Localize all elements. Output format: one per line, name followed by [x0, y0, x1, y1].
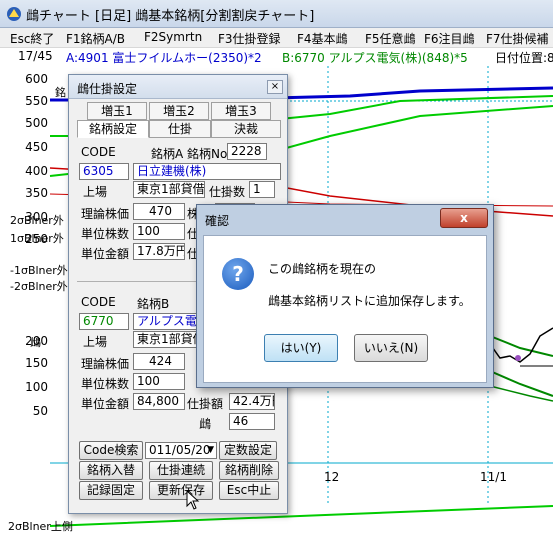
tab-stock-settings[interactable]: 銘柄設定 [77, 120, 149, 138]
stock-a-name-field[interactable]: 日立建機(株) [133, 163, 281, 180]
menu-f2-symrtn[interactable]: F2Symrtn [144, 30, 202, 44]
confirm-body: ? この䳄銘柄を現在の 䳄基本銘柄リストに追加保存します。 はい(Y) いいえ(… [203, 235, 487, 383]
no-button[interactable]: いいえ(N) [354, 334, 428, 362]
code-b-label: CODE [81, 295, 116, 309]
menu-esc-quit[interactable]: Esc終了 [10, 30, 54, 47]
y-label: 500 [25, 116, 48, 130]
y-label: 400 [25, 164, 48, 178]
y-label: 350 [25, 186, 48, 200]
window-title: 䳄チャート [日足] 䳄基本銘柄[分割割戻チャート] [26, 9, 315, 24]
theory-price-a-label: 理論株価 [81, 207, 130, 221]
side-label-ratio: 䳄 [30, 336, 41, 349]
record-fix-button[interactable]: 記録固定 [79, 481, 143, 500]
y-label: 600 [25, 72, 48, 86]
confirm-title-bar: 確認 x [197, 205, 493, 235]
stock-a-info: A:4901 富士フイルムホー(2350)*2 [66, 51, 262, 65]
y-label: 100 [25, 380, 48, 394]
market-b-field[interactable]: 東京1部貸借 [133, 331, 205, 348]
unit-shares-a-field[interactable]: 100 [133, 223, 185, 240]
side-label: 銘 [55, 86, 66, 99]
mouse-pointer-icon [186, 490, 200, 510]
question-icon: ? [222, 258, 254, 290]
unit-amount-a-label: 単位金額 [81, 247, 130, 261]
unit-shares-a-label: 単位株数 [81, 227, 130, 241]
delete-stock-button[interactable]: 銘柄削除 [219, 461, 279, 480]
dialog-title-bar: 䳄仕掛設定 × [69, 75, 287, 99]
stock-no-label: 銘柄No [187, 147, 228, 161]
close-icon[interactable]: x [440, 208, 488, 228]
date-position: 日付位置:8 [495, 51, 553, 65]
tab-add-2[interactable]: 増玉2 [149, 102, 209, 120]
side-label-2sigma: 2σBlner外 [10, 214, 64, 227]
theory-price-b-label: 理論株価 [81, 357, 130, 371]
stock-b-label: 銘柄B [137, 297, 170, 311]
update-save-button[interactable]: 更新保存 [149, 481, 213, 500]
unit-amount-b-label: 単位金額 [81, 397, 130, 411]
dialog-title: 䳄仕掛設定 [77, 82, 138, 96]
title-bar: 䳄チャート [日足] 䳄基本銘柄[分割割戻チャート] [0, 0, 553, 28]
unit-amount-a-field[interactable]: 17.8万円 [133, 243, 185, 260]
close-icon[interactable]: × [267, 80, 283, 94]
y-label: 50 [32, 404, 48, 418]
market-b-label: 上場 [83, 335, 108, 349]
stock-b-info: B:6770 アルプス電気(株)(848)*5 [282, 51, 468, 65]
app-icon [7, 7, 21, 21]
menu-f3-register[interactable]: F3仕掛登録 [218, 30, 281, 47]
position-amount-label: 仕掛額 [187, 397, 224, 411]
market-a-field[interactable]: 東京1部貸借 [133, 181, 205, 198]
code-a-field[interactable]: 6305 [79, 163, 129, 180]
side-label-minus1sigma: -1σBlner外 [10, 264, 68, 277]
y-label: 200 [25, 334, 48, 348]
theory-price-a-field[interactable]: 470 [133, 203, 185, 220]
tab-add-3[interactable]: 増玉3 [211, 102, 271, 120]
confirm-dialog: 確認 x ? この䳄銘柄を現在の 䳄基本銘柄リストに追加保存します。 はい(Y)… [196, 204, 494, 388]
unit-shares-b-label: 単位株数 [81, 377, 130, 391]
position-amount-field[interactable]: 42.4万円 [229, 393, 275, 410]
unit-amount-b-field[interactable]: 84,800 [133, 393, 185, 410]
x-label: 12 [324, 470, 340, 484]
unit-shares-b-field[interactable]: 100 [133, 373, 185, 390]
yes-button[interactable]: はい(Y) [264, 334, 338, 362]
confirm-message-line1: この䳄銘柄を現在の [268, 262, 377, 276]
y-label: 450 [25, 140, 48, 154]
date-select[interactable]: 011/05/20 ▼ [145, 442, 217, 459]
esc-cancel-button[interactable]: Esc中止 [219, 481, 279, 500]
tab-settlement[interactable]: 決裁 [211, 120, 281, 138]
continuous-position-button[interactable]: 仕掛連続 [149, 461, 213, 480]
side-label-bottom: 2σBlner上側 [8, 520, 73, 533]
chevron-down-icon: ▼ [207, 445, 214, 455]
swap-stocks-button[interactable]: 銘柄入替 [79, 461, 143, 480]
menu-bar: Esc終了 F1銘柄A/B F2Symrtn F3仕掛登録 F4基本䳄 F5任意… [0, 28, 553, 48]
tab-position[interactable]: 仕掛 [149, 120, 211, 138]
code-b-field[interactable]: 6770 [79, 313, 129, 330]
info-bar: 17/45 A:4901 富士フイルムホー(2350)*2 B:6770 アルプ… [0, 48, 553, 66]
fixed-setting-button[interactable]: 定数設定 [219, 441, 277, 460]
y-label: 150 [25, 356, 48, 370]
ratio-label: 䳄 [199, 417, 212, 431]
confirm-message-line2: 䳄基本銘柄リストに追加保存します。 [268, 294, 471, 308]
ratio-field[interactable]: 46 [229, 413, 275, 430]
side-label-1sigma: 1σBlner外 [10, 232, 64, 245]
theory-price-b-field[interactable]: 424 [133, 353, 185, 370]
stock-no-field[interactable]: 2228 [227, 143, 267, 160]
tab-add-1[interactable]: 増玉1 [87, 102, 147, 120]
menu-f4-basic[interactable]: F4基本䳄 [297, 30, 348, 47]
stock-a-label: 銘柄A [151, 147, 184, 161]
position-count-field[interactable]: 1 [249, 181, 275, 198]
page-counter: 17/45 [18, 49, 53, 63]
x-label: 11/1 [480, 470, 507, 484]
menu-f1-stock-ab[interactable]: F1銘柄A/B [66, 30, 125, 47]
date-select-value: 011/05/20 [149, 443, 211, 457]
menu-f7-candidates[interactable]: F7仕掛候補 [486, 30, 549, 47]
menu-f6-watch[interactable]: F6注目䳄 [424, 30, 475, 47]
code-search-button[interactable]: Code検索 [79, 441, 143, 460]
market-a-label: 上場 [83, 185, 108, 199]
side-label-minus2sigma: -2σBlner外 [10, 280, 68, 293]
confirm-title: 確認 [205, 214, 230, 228]
y-label: 550 [25, 94, 48, 108]
position-count-label: 仕掛数 [209, 185, 246, 199]
menu-f5-custom[interactable]: F5任意䳄 [365, 30, 416, 47]
code-a-label: CODE [81, 145, 116, 159]
